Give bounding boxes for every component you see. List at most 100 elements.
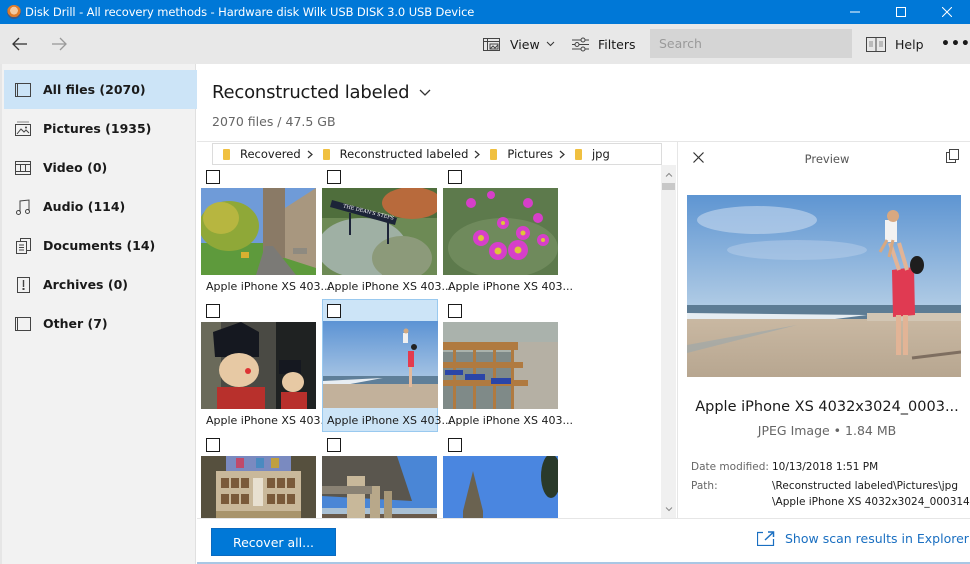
sidebar-item-label: All files (2070) [43, 82, 146, 97]
file-tile[interactable]: Apple iPhone XS 403... [197, 299, 331, 432]
folder-icon [223, 148, 230, 160]
toolbar: View Filters Help ••• [0, 24, 970, 64]
file-label: Apple iPhone XS 403... [448, 414, 573, 427]
location-title-dropdown[interactable]: Reconstructed labeled [212, 82, 431, 103]
file-tile[interactable]: Apple iPhone XS 403... [439, 165, 573, 298]
file-tile[interactable] [318, 433, 437, 518]
help-button[interactable]: Help [866, 24, 924, 64]
breadcrumb-label: Recovered [240, 147, 301, 161]
breadcrumb-label: jpg [591, 147, 610, 161]
minimize-button[interactable] [832, 0, 878, 24]
chevron-right-icon [559, 150, 565, 159]
filters-button[interactable]: Filters [572, 24, 635, 64]
breadcrumb-item[interactable]: Recovered [223, 147, 313, 161]
other-files-icon [15, 316, 31, 332]
file-tile-selected[interactable]: Apple iPhone XS 403... [322, 299, 452, 432]
chevron-down-icon [546, 41, 555, 47]
preview-panel: Preview Apple iPhone XS 4032x3024_0003..… [678, 142, 970, 518]
open-external-icon [757, 531, 775, 546]
more-dots-icon: ••• [941, 36, 970, 52]
all-files-icon [15, 82, 31, 98]
back-button[interactable] [8, 32, 32, 56]
thumbnail-garden-sign: THE DEAN'S STEPS [322, 188, 437, 275]
thumbnail-churchyard [201, 188, 316, 275]
path-value-line2: \Apple iPhone XS 4032x3024_000314.jpg [772, 496, 970, 508]
vertical-scrollbar[interactable] [661, 165, 676, 518]
disk-drill-logo-icon [7, 5, 21, 19]
file-tile[interactable] [439, 433, 558, 518]
scroll-up-button[interactable] [661, 167, 676, 181]
folder-icon [322, 148, 330, 160]
copy-window-icon [946, 149, 959, 163]
sidebar-item-pictures[interactable]: Pictures (1935) [4, 109, 197, 148]
view-gallery-icon [483, 36, 501, 52]
file-checkbox[interactable] [448, 170, 462, 184]
sidebar-item-video[interactable]: Video (0) [4, 148, 197, 187]
file-checkbox[interactable] [327, 304, 341, 318]
preview-file-type: JPEG Image • 1.84 MB [757, 423, 897, 438]
file-tile[interactable]: Apple iPhone XS 403... [197, 165, 331, 298]
maximize-button[interactable] [878, 0, 924, 24]
close-icon [942, 7, 952, 17]
folder-icon [490, 148, 498, 160]
file-checkbox[interactable] [448, 438, 462, 452]
file-checkbox[interactable] [448, 304, 462, 318]
thumbnail-beach-mother-child [323, 321, 438, 408]
detach-preview-button[interactable] [946, 149, 960, 163]
file-label: Apple iPhone XS 403... [327, 414, 452, 427]
file-tile[interactable]: THE DEAN'S STEPS Apple iPhone XS 403... [318, 165, 452, 298]
thumbnail-altar [201, 456, 316, 518]
files-summary: 2070 files / 47.5 GB [212, 114, 336, 129]
search-input[interactable] [650, 29, 852, 58]
recover-all-button[interactable]: Recover all... [211, 528, 336, 556]
pictures-icon [15, 121, 31, 137]
help-label: Help [895, 36, 924, 52]
breadcrumb-item[interactable]: Reconstructed labeled [322, 147, 481, 161]
sidebar-item-label: Audio (114) [43, 199, 126, 214]
file-checkbox[interactable] [327, 170, 341, 184]
view-label: View [510, 36, 540, 52]
view-menu-button[interactable]: View [483, 24, 555, 64]
thumbnail-church-chairs [443, 322, 558, 409]
file-tile[interactable] [197, 433, 316, 518]
arrow-right-icon [52, 37, 67, 51]
sidebar-item-label: Video (0) [43, 160, 108, 175]
preview-title: Preview [804, 152, 850, 166]
sidebar-item-other[interactable]: Other (7) [4, 304, 197, 343]
breadcrumb-item[interactable]: jpg [574, 147, 610, 161]
breadcrumb-label: Reconstructed labeled [339, 147, 469, 161]
chevron-right-icon [307, 150, 313, 159]
show-in-explorer-link[interactable]: Show scan results in Explorer [757, 531, 969, 546]
minimize-icon [850, 11, 860, 13]
sidebar: All files (2070) Pictures (1935) Video (… [0, 64, 197, 564]
forward-button[interactable] [47, 32, 71, 56]
more-options-button[interactable]: ••• [941, 24, 970, 64]
breadcrumb-item[interactable]: Pictures [490, 147, 565, 161]
maximize-icon [896, 7, 906, 17]
thumbnail-pier [322, 456, 437, 518]
date-modified-value: 10/13/2018 1:51 PM [772, 461, 879, 473]
sidebar-item-all-files[interactable]: All files (2070) [4, 70, 197, 109]
page-title: Reconstructed labeled [212, 82, 410, 103]
sidebar-item-documents[interactable]: Documents (14) [4, 226, 197, 265]
sidebar-item-archives[interactable]: Archives (0) [4, 265, 197, 304]
file-checkbox[interactable] [327, 438, 341, 452]
scroll-thumb[interactable] [662, 183, 675, 190]
file-label: Apple iPhone XS 403... [327, 280, 452, 293]
scroll-down-button[interactable] [661, 502, 676, 516]
help-book-icon [866, 36, 886, 52]
thumbnail-toy-soldiers [201, 322, 316, 409]
file-label: Apple iPhone XS 403... [206, 414, 331, 427]
path-value-line1: \Reconstructed labeled\Pictures\jpg [772, 480, 959, 492]
archives-icon [15, 276, 31, 293]
file-checkbox[interactable] [206, 170, 220, 184]
window-controls [832, 0, 970, 24]
file-label: Apple iPhone XS 403... [206, 280, 331, 293]
date-modified-label: Date modified: [691, 461, 769, 473]
file-checkbox[interactable] [206, 438, 220, 452]
file-checkbox[interactable] [206, 304, 220, 318]
sidebar-item-audio[interactable]: Audio (114) [4, 187, 197, 226]
sidebar-item-label: Documents (14) [43, 238, 156, 253]
file-tile[interactable]: Apple iPhone XS 403... [439, 299, 573, 432]
close-window-button[interactable] [924, 0, 970, 24]
